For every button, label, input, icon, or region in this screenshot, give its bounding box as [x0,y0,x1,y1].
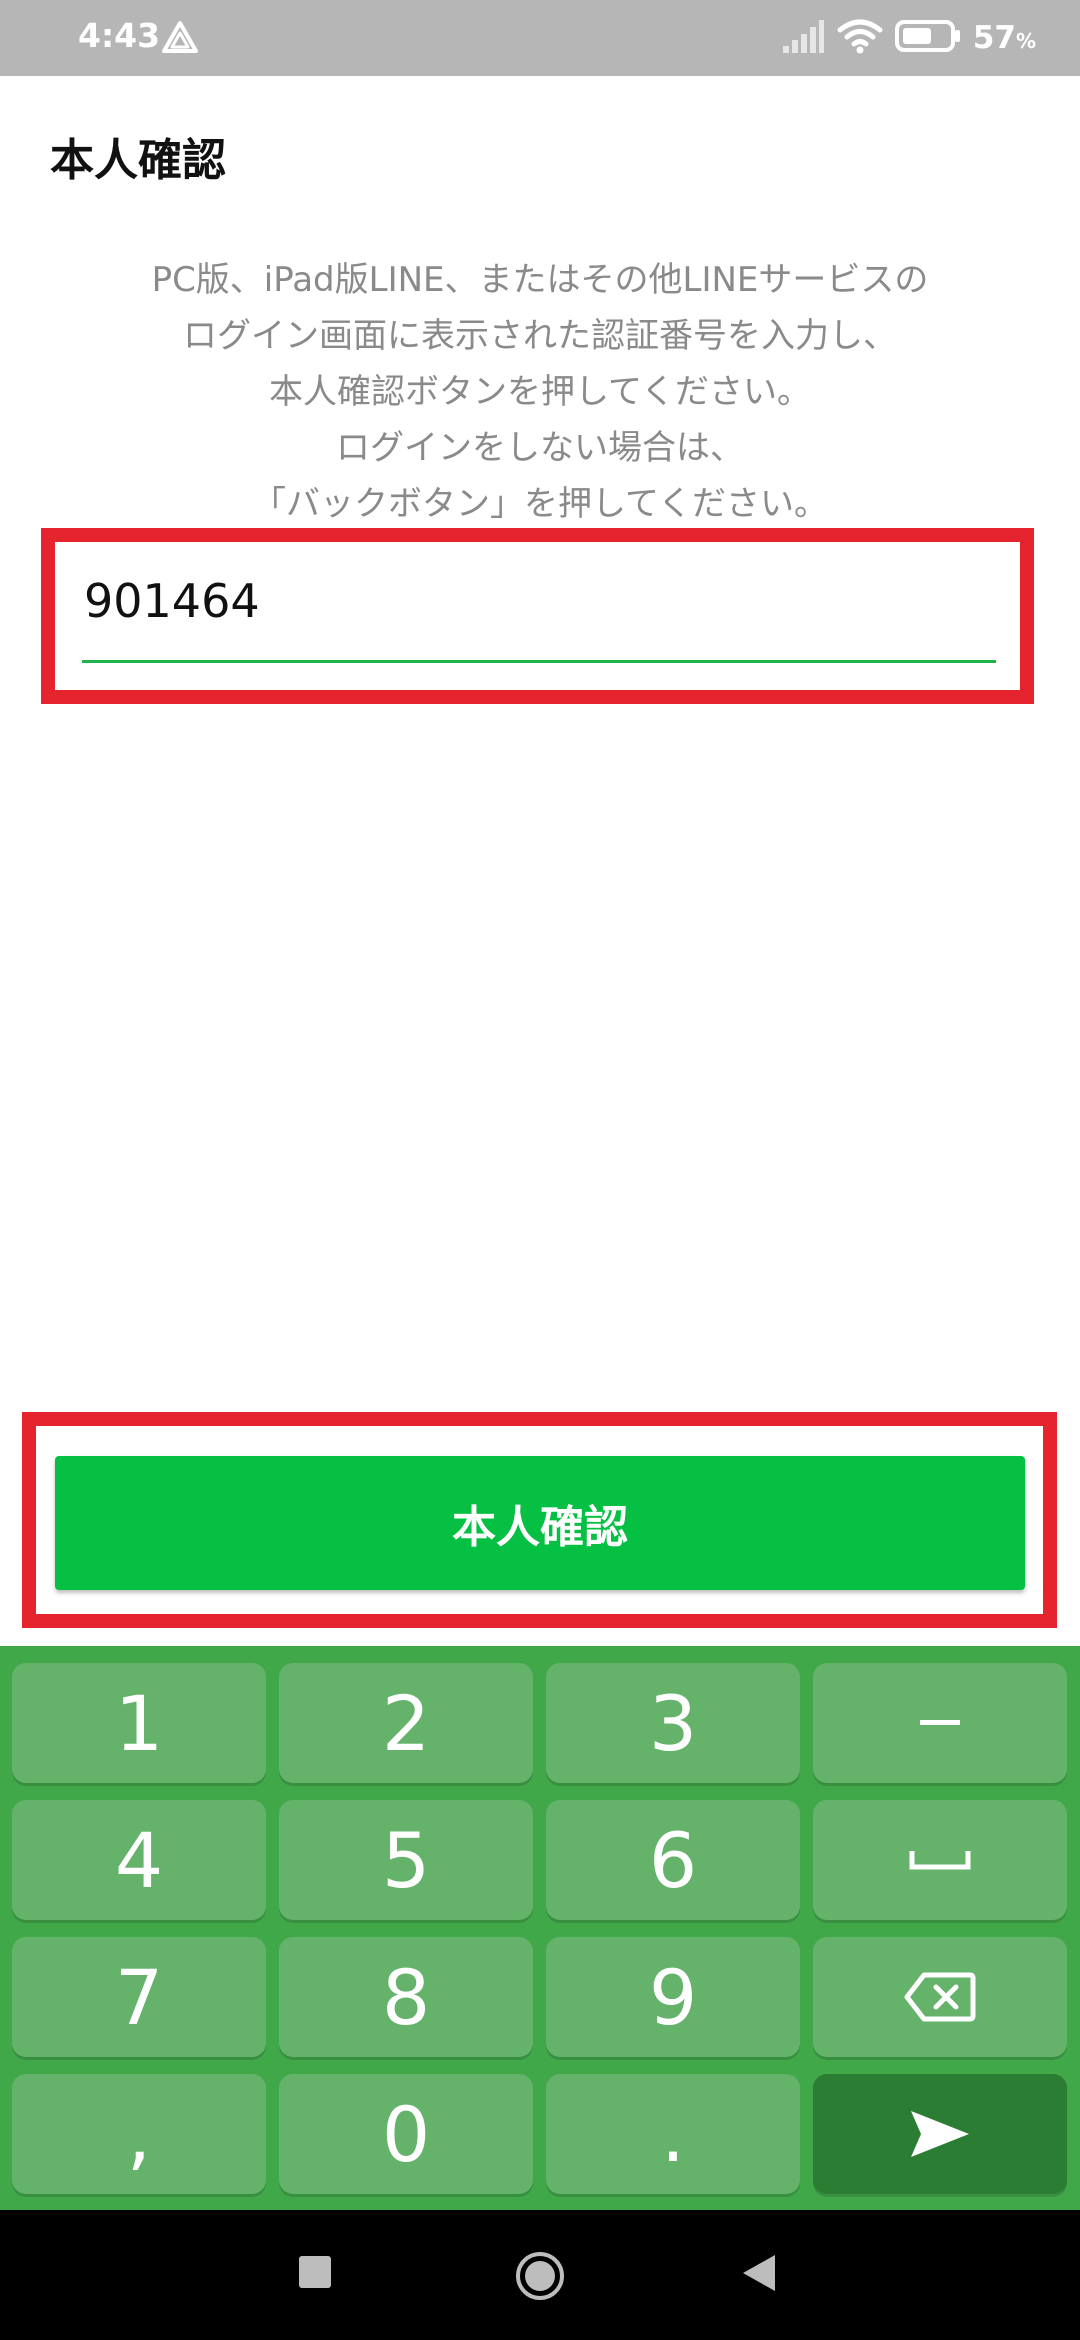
instruction-text: PC版、iPad版LINE、またはその他LINEサービスの ログイン画面に表示さ… [40,252,1040,532]
alert-triangle-icon [160,18,200,58]
key-backspace[interactable] [813,1937,1067,2057]
back-triangle-icon[interactable] [742,2254,776,2296]
backspace-icon [904,1972,976,2022]
recents-square-icon[interactable] [298,2255,332,2293]
key-7[interactable]: 7 [12,1937,266,2057]
instruction-line: ログイン画面に表示された認証番号を入力し、 [183,316,897,356]
home-circle-icon[interactable] [514,2250,566,2306]
verification-code-input[interactable]: 901464 [82,572,996,663]
signal-icon [781,18,825,58]
confirm-identity-button[interactable]: 本人確認 [55,1456,1025,1590]
instruction-line: 「バックボタン」を押してください。 [252,484,828,524]
page-title: 本人確認 [50,135,226,186]
battery-percent: 57% [972,20,1036,56]
wifi-icon [837,18,883,58]
system-navigation-bar [0,2210,1080,2340]
instruction-line: ログインをしない場合は、 [336,428,744,468]
numeric-keypad: 1 2 3 4 5 6 7 8 9 , 0 . [0,1646,1080,2210]
key-3[interactable]: 3 [546,1663,800,1783]
verification-code-value: 901464 [84,574,260,628]
key-0[interactable]: 0 [279,2074,533,2194]
status-indicators: 57% [781,14,1036,62]
key-comma[interactable]: , [12,2074,266,2194]
status-bar: 4:43 57% [0,0,1080,76]
battery-icon [894,18,961,58]
key-5[interactable]: 5 [279,1800,533,1920]
key-minus[interactable] [813,1663,1067,1783]
key-4[interactable]: 4 [12,1800,266,1920]
key-send[interactable] [813,2074,1067,2194]
key-space[interactable] [813,1800,1067,1920]
key-6[interactable]: 6 [546,1800,800,1920]
status-time: 4:43 [78,16,161,55]
key-8[interactable]: 8 [279,1937,533,2057]
key-9[interactable]: 9 [546,1937,800,2057]
space-icon [909,1851,971,1870]
minus-icon [920,1720,960,1725]
key-period[interactable]: . [546,2074,800,2194]
send-icon [911,2111,969,2157]
key-1[interactable]: 1 [12,1663,266,1783]
instruction-line: 本人確認ボタンを押してください。 [269,372,811,412]
key-2[interactable]: 2 [279,1663,533,1783]
instruction-line: PC版、iPad版LINE、またはその他LINEサービスの [151,260,929,300]
